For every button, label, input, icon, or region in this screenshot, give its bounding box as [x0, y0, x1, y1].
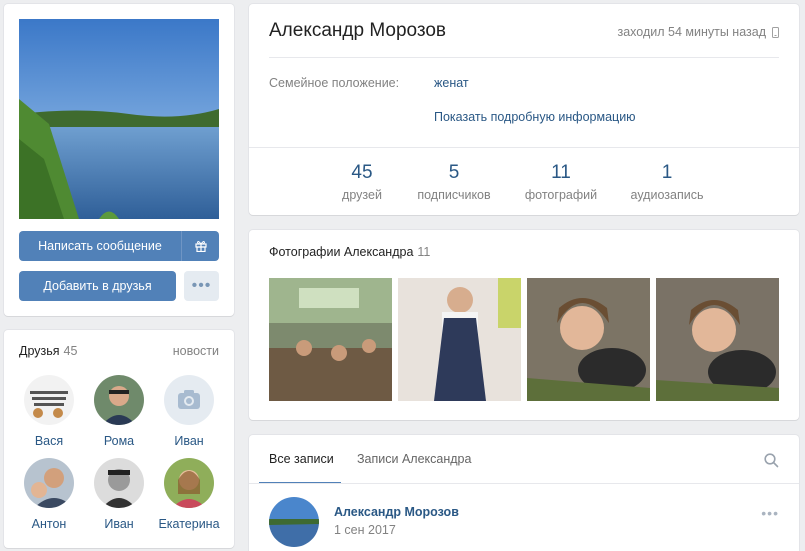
photos-block: Фотографии Александра 11 — [249, 230, 799, 420]
divider — [249, 483, 799, 484]
counter-label: фотографий — [524, 188, 598, 202]
avatar[interactable] — [24, 375, 74, 425]
post-author-name[interactable]: Александр Морозов — [334, 505, 459, 519]
counter-followers[interactable]: 5 подписчиков — [404, 162, 504, 202]
mobile-phone-icon — [772, 26, 779, 38]
avatar[interactable] — [24, 458, 74, 508]
search-button[interactable] — [764, 453, 779, 471]
friend-item[interactable]: Вася — [16, 375, 82, 448]
photos-count: 11 — [417, 245, 431, 259]
counter-friends[interactable]: 45 друзей — [312, 162, 412, 202]
friends-title[interactable]: Друзья 45 — [19, 344, 77, 358]
friends-title-label[interactable]: Друзья — [19, 344, 60, 358]
counter-audio[interactable]: 1 аудиозапись — [617, 162, 717, 202]
friend-item[interactable]: Антон — [16, 458, 82, 531]
counter-label: подписчиков — [417, 188, 491, 202]
divider — [269, 57, 779, 58]
photos-title-label[interactable]: Фотографии Александра — [269, 245, 413, 259]
friends-block: Друзья 45 новости Вася Рома Иван Антон Ив… — [4, 330, 234, 548]
friend-name[interactable]: Екатерина — [156, 517, 222, 531]
last-seen-text: заходил 54 минуты назад — [617, 25, 767, 39]
friends-news-link[interactable]: новости — [173, 344, 219, 358]
counter-label: аудиозапись — [630, 188, 704, 202]
tab-all-posts[interactable]: Все записи — [269, 452, 334, 466]
counter-photos[interactable]: 11 фотографий — [511, 162, 611, 202]
avatar[interactable] — [164, 375, 214, 425]
post-date[interactable]: 1 сен 2017 — [334, 523, 396, 537]
tab-user-posts[interactable]: Записи Александра — [357, 452, 471, 466]
relationship-value[interactable]: женат — [434, 76, 469, 90]
friend-name[interactable]: Иван — [156, 434, 222, 448]
search-icon — [764, 453, 779, 468]
friend-name[interactable]: Рома — [86, 434, 152, 448]
counter-value: 5 — [448, 162, 460, 183]
friend-item[interactable]: Иван — [156, 375, 222, 448]
friend-item[interactable]: Екатерина — [156, 458, 222, 531]
photo-thumbnail[interactable] — [269, 278, 392, 401]
avatar[interactable] — [94, 458, 144, 508]
gift-icon — [194, 241, 207, 252]
send-message-button[interactable]: Написать сообщение — [19, 231, 181, 261]
avatar[interactable] — [94, 375, 144, 425]
profile-info-card: Александр Морозов заходил 54 минуты наза… — [249, 4, 799, 215]
camera-icon — [178, 390, 200, 409]
wall-block: Все записи Записи Александра Александр М… — [249, 435, 799, 551]
last-seen-status: заходил 54 минуты назад — [617, 25, 779, 39]
avatar-card: Написать сообщение Добавить в друзья ••• — [4, 4, 234, 316]
counter-value: 11 — [551, 162, 571, 183]
photo-thumbnail[interactable] — [656, 278, 779, 401]
counter-value: 45 — [351, 162, 373, 183]
photo-thumbnail[interactable] — [527, 278, 650, 401]
add-friend-button[interactable]: Добавить в друзья — [19, 271, 176, 301]
more-actions-button[interactable]: ••• — [184, 271, 219, 301]
page-title: Александр Морозов — [269, 20, 447, 41]
gift-button[interactable] — [181, 231, 219, 261]
show-more-info-link[interactable]: Показать подробную информацию — [434, 110, 636, 124]
avatar[interactable] — [164, 458, 214, 508]
post-more-button[interactable]: ••• — [761, 505, 779, 521]
post-author-avatar[interactable] — [269, 497, 319, 547]
friend-name[interactable]: Антон — [16, 517, 82, 531]
friend-name[interactable]: Иван — [86, 517, 152, 531]
friend-item[interactable]: Рома — [86, 375, 152, 448]
divider — [249, 147, 799, 148]
friend-item[interactable]: Иван — [86, 458, 152, 531]
photo-thumbnail[interactable] — [398, 278, 521, 401]
profile-avatar[interactable] — [19, 19, 219, 219]
friend-name[interactable]: Вася — [16, 434, 82, 448]
counter-label: друзей — [342, 188, 382, 202]
photos-title[interactable]: Фотографии Александра 11 — [269, 245, 430, 259]
relationship-label: Семейное положение: — [269, 76, 400, 90]
friends-count: 45 — [63, 344, 78, 358]
counter-value: 1 — [661, 162, 673, 183]
